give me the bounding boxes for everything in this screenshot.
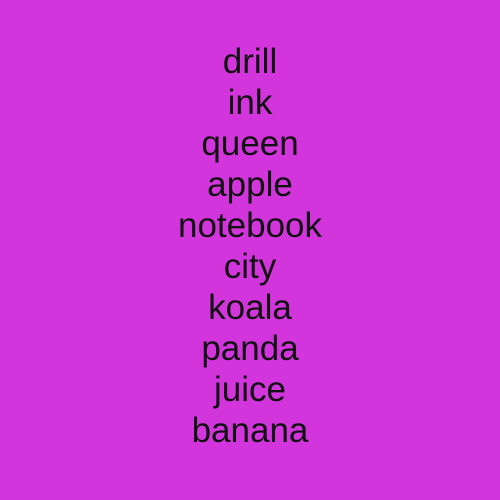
word-item: drill [222, 42, 278, 81]
word-canvas: drill ink queen apple notebook city koal… [0, 0, 500, 500]
word-item: juice [214, 370, 286, 409]
word-item: ink [227, 83, 273, 122]
word-item: queen [201, 124, 299, 163]
word-item: koala [208, 288, 292, 327]
word-list: drill ink queen apple notebook city koal… [178, 41, 322, 451]
word-item: notebook [177, 206, 323, 245]
word-item: apple [207, 165, 293, 204]
word-item: panda [201, 329, 299, 368]
word-item: city [223, 247, 277, 286]
word-item: banana [191, 411, 309, 450]
